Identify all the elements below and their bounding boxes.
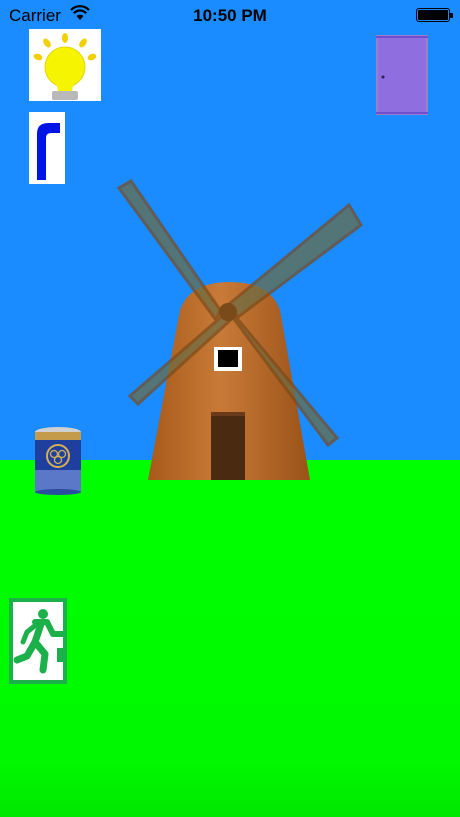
grass-ground: [0, 460, 460, 817]
status-time: 10:50 PM: [193, 6, 267, 25]
light-bulb-icon[interactable]: [29, 29, 101, 101]
battery-icon: [416, 8, 453, 22]
door-icon[interactable]: [374, 35, 430, 115]
bent-pipe-icon[interactable]: [29, 112, 65, 184]
status-bar: Carrier 10:50 PM: [0, 0, 460, 30]
windmill-hub: [219, 303, 237, 321]
windmill-door: [211, 412, 245, 480]
tea-canister-icon[interactable]: [32, 426, 84, 496]
windmill[interactable]: [90, 170, 370, 490]
emergency-exit-icon[interactable]: [9, 598, 68, 684]
